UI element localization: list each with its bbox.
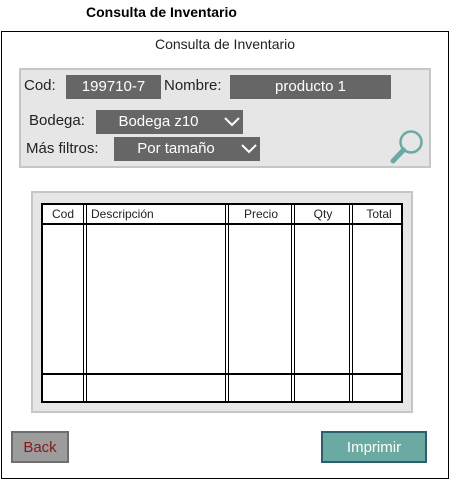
column-divider [349,205,353,401]
bodega-select[interactable]: Bodega z10 [96,110,243,134]
filtros-select-value: Por tamaño [137,140,215,157]
column-header-total: Total [366,207,392,221]
chevron-down-icon [238,137,260,161]
filtros-label: Más filtros: [26,140,99,157]
results-panel: Cod Descripción Precio Qty Total [31,191,413,413]
filtros-select[interactable]: Por tamaño [114,137,260,161]
column-header-descripcion: Descripción [91,207,154,221]
magnifier-icon[interactable] [389,128,425,166]
column-header-precio: Precio [243,207,278,221]
print-button[interactable]: Imprimir [321,431,427,463]
bodega-select-value: Bodega z10 [118,113,199,130]
cod-field[interactable]: 199710-7 [66,75,161,99]
bodega-label: Bodega: [29,112,85,129]
column-divider [225,205,229,401]
column-header-cod: Cod [51,207,74,221]
table-body [43,225,83,373]
column-header-qty: Qty [313,207,333,221]
table-footer-row [43,375,401,401]
nombre-field[interactable]: producto 1 [230,75,391,99]
nombre-label: Nombre: [164,77,222,94]
chevron-down-icon [221,110,243,134]
column-divider [291,205,295,401]
filter-panel: Cod: 199710-7 Nombre: producto 1 Bodega:… [19,68,431,168]
column-divider [83,205,87,401]
results-table: Cod Descripción Precio Qty Total [41,203,403,403]
back-button[interactable]: Back [11,431,69,463]
inventory-window: Consulta de Inventario Cod: 199710-7 Nom… [1,31,449,479]
window-title: Consulta de Inventario [154,36,296,52]
page-title: Consulta de Inventario [86,4,237,20]
cod-label: Cod: [24,77,56,94]
table-header-divider [43,223,401,225]
